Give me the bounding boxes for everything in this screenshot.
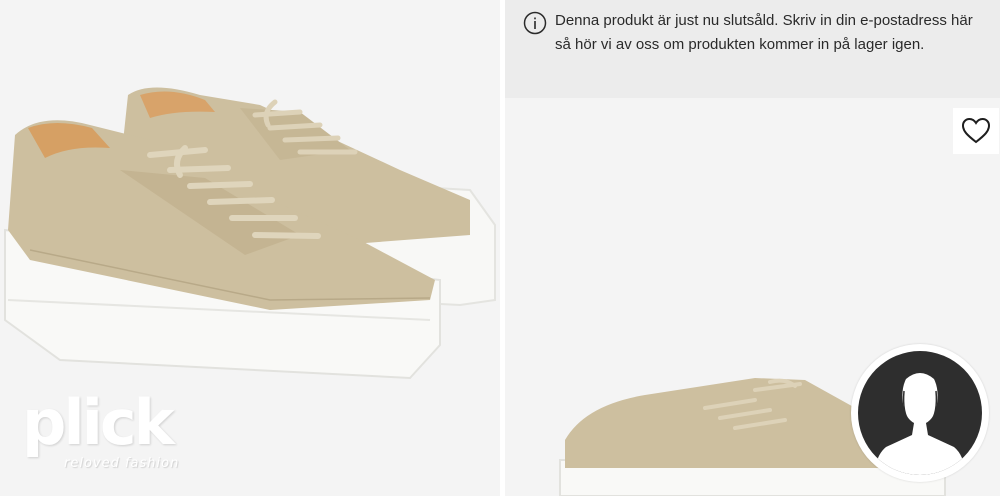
- product-image-main[interactable]: plick reloved fashion: [0, 0, 500, 496]
- favorite-button[interactable]: [953, 108, 999, 154]
- sold-out-notice[interactable]: Denna produkt är just nu slutsåld. Skriv…: [505, 0, 1000, 98]
- avatar-circle: [858, 351, 982, 475]
- plick-logo-word: plick: [22, 386, 175, 459]
- plick-logo-tagline: reloved fashion: [64, 456, 180, 471]
- seller-avatar[interactable]: [851, 344, 989, 482]
- heart-icon: [961, 117, 991, 144]
- plick-logo-watermark: plick reloved fashion: [22, 388, 192, 480]
- user-silhouette-icon: [874, 373, 966, 475]
- info-icon: [523, 11, 547, 35]
- sold-out-message: Denna produkt är just nu slutsåld. Skriv…: [555, 12, 973, 53]
